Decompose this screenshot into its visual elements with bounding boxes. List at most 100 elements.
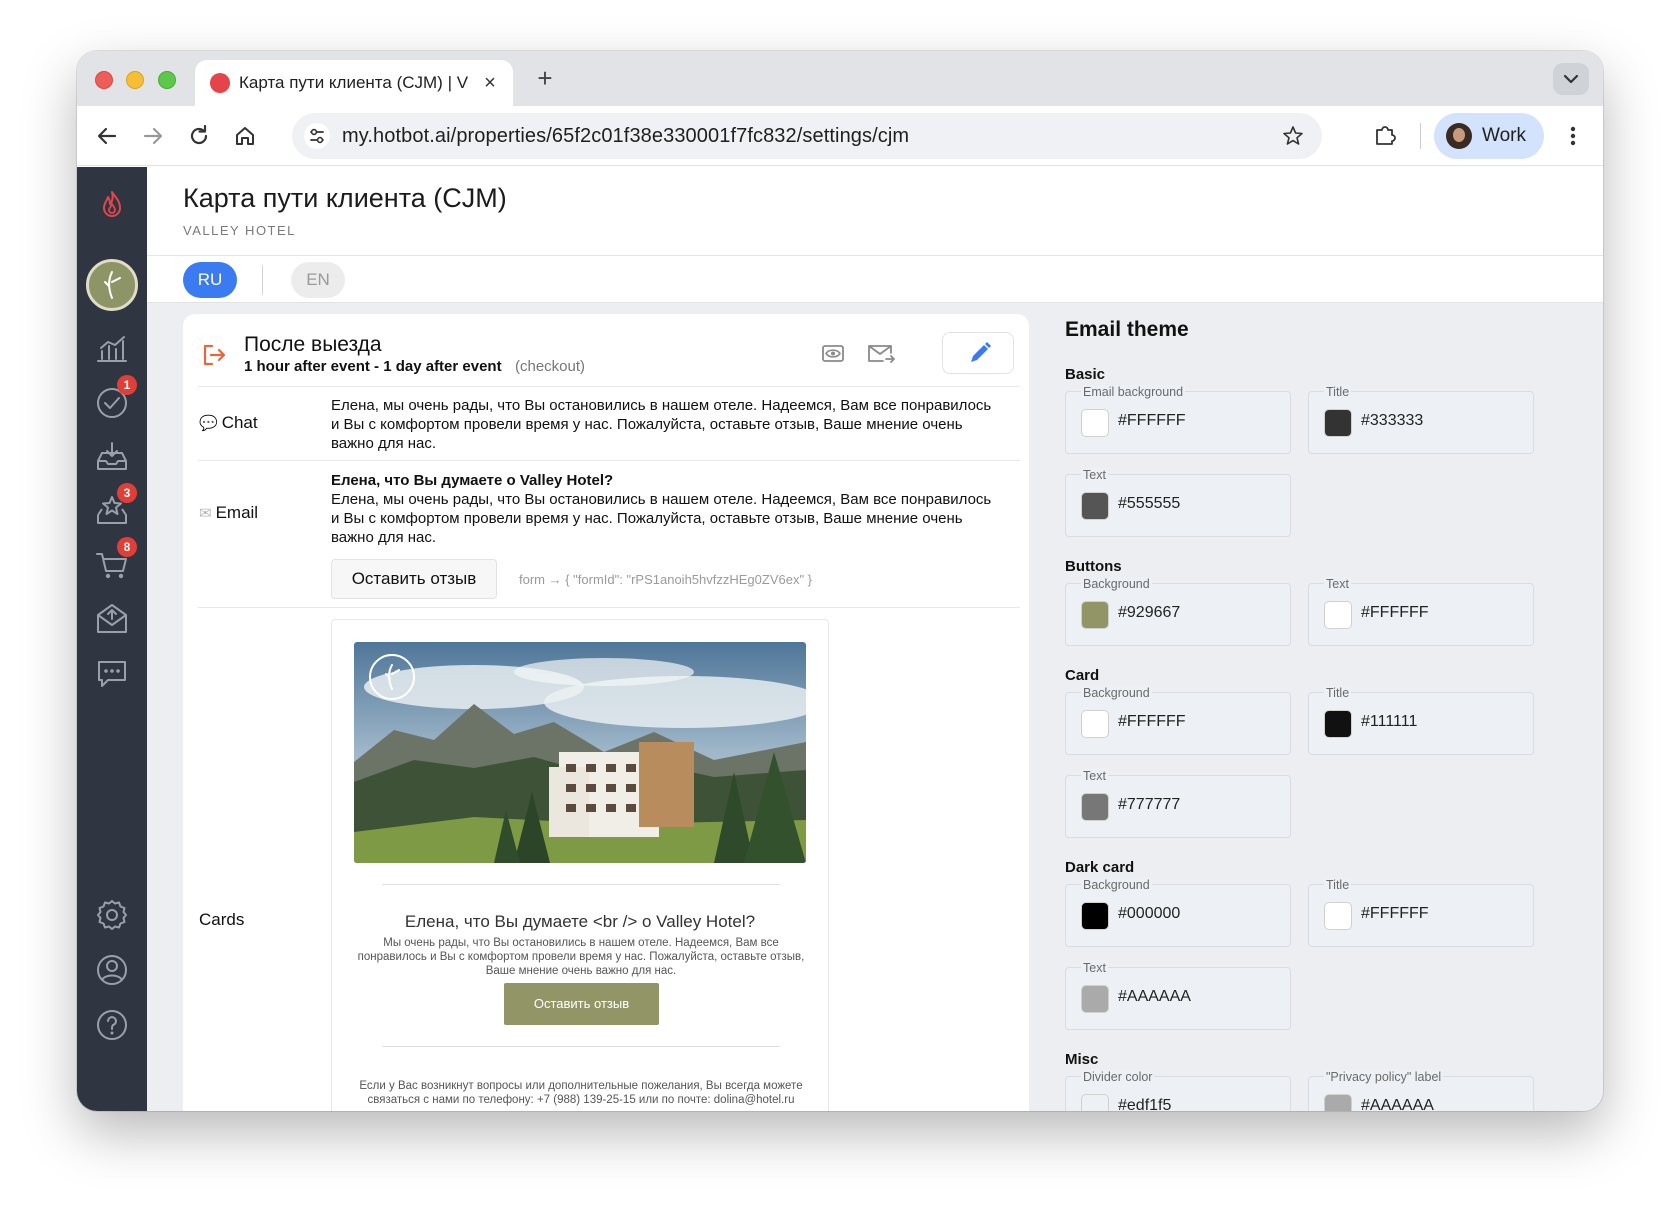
sidebar-item-settings[interactable]	[92, 895, 132, 935]
tab-search-button[interactable]	[1553, 63, 1589, 95]
stage-event: (checkout)	[515, 358, 586, 375]
color-swatch[interactable]	[1081, 902, 1109, 930]
email-label-text: Email	[215, 503, 259, 522]
color-swatch[interactable]	[1081, 985, 1109, 1013]
field-label: "Privacy policy" label	[1324, 1070, 1444, 1084]
speech-bubble-icon: 💬	[199, 415, 218, 432]
card-text-color-field[interactable]: Text #777777	[1065, 769, 1291, 838]
hotbot-logo[interactable]	[92, 184, 132, 224]
site-settings-icon[interactable]	[304, 123, 330, 149]
browser-menu-button[interactable]	[1563, 122, 1583, 150]
tab-close-icon[interactable]: ×	[479, 72, 501, 94]
profile-avatar	[1446, 123, 1472, 149]
browser-tab[interactable]: Карта пути клиента (CJM) | V ×	[195, 60, 513, 106]
color-swatch[interactable]	[1324, 710, 1352, 738]
profile-button[interactable]: Work	[1434, 113, 1544, 159]
text-color-field[interactable]: Text #555555	[1065, 468, 1291, 537]
field-label: Email background	[1081, 385, 1186, 399]
color-value: #AAAAAA	[1118, 988, 1191, 1005]
field-label: Title	[1324, 686, 1352, 700]
email-channel-label: ✉ Email	[199, 503, 258, 523]
sidebar-item-mailing[interactable]	[92, 599, 132, 639]
valley-logo-icon	[385, 664, 400, 690]
dark-card-title-color-field[interactable]: Title #FFFFFF	[1308, 878, 1534, 947]
edit-stage-button[interactable]	[942, 332, 1014, 374]
page-header: Карта пути клиента (CJM) VALLEY HOTEL	[147, 167, 1603, 256]
email-theme-title: Email theme	[1065, 318, 1189, 341]
preview-title: Елена, что Вы думаете <br /> о Valley Ho…	[404, 912, 756, 931]
hotbot-favicon-icon	[210, 73, 230, 93]
button-background-color-field[interactable]: Background #929667	[1065, 577, 1291, 646]
dark-card-background-color-field[interactable]: Background #000000	[1065, 878, 1291, 947]
field-label: Background	[1081, 577, 1152, 591]
color-swatch[interactable]	[1081, 601, 1109, 629]
sidebar-item-account[interactable]	[92, 950, 132, 990]
sidebar-item-orders[interactable]: 8	[92, 537, 137, 585]
home-button[interactable]	[229, 120, 261, 152]
color-swatch[interactable]	[1081, 492, 1109, 520]
chat-icon	[98, 661, 126, 687]
reload-button[interactable]	[183, 120, 215, 152]
sidebar-item-chats[interactable]	[92, 653, 132, 693]
color-swatch[interactable]	[1324, 601, 1352, 629]
field-label: Divider color	[1081, 1070, 1155, 1084]
checkout-exit-icon	[201, 342, 227, 368]
maximize-window-button[interactable]	[158, 71, 176, 89]
misc-section-label: Misc	[1065, 1051, 1099, 1068]
preview-button[interactable]	[816, 336, 850, 370]
gear-icon	[97, 900, 127, 930]
color-value: #333333	[1361, 412, 1424, 429]
color-swatch[interactable]	[1081, 793, 1109, 821]
title-color-field[interactable]: Title #333333	[1308, 385, 1534, 454]
email-background-color-field[interactable]: Email background #FFFFFF	[1065, 385, 1291, 454]
preview-feedback-button[interactable]: Оставить отзыв	[504, 983, 659, 1025]
color-value: #FFFFFF	[1361, 604, 1429, 621]
new-tab-button[interactable]: +	[529, 62, 561, 94]
color-value: #555555	[1118, 495, 1181, 512]
forward-button[interactable]	[137, 120, 169, 152]
cards-channel-label: Cards	[199, 910, 245, 929]
color-swatch[interactable]	[1324, 1094, 1352, 1111]
url-text: my.hotbot.ai/properties/65f2c01f38e33000…	[342, 125, 910, 147]
privacy-label-color-field[interactable]: "Privacy policy" label #AAAAAA	[1308, 1070, 1534, 1111]
property-avatar[interactable]	[86, 259, 138, 311]
color-swatch[interactable]	[1081, 710, 1109, 738]
color-swatch[interactable]	[1081, 409, 1109, 437]
color-value: #FFFFFF	[1118, 713, 1186, 730]
leave-feedback-button[interactable]: Оставить отзыв	[331, 559, 497, 599]
language-ru-button[interactable]: RU	[183, 262, 237, 298]
stage-title: После выезда	[244, 333, 382, 356]
language-en-button[interactable]: EN	[291, 262, 345, 298]
color-swatch[interactable]	[1324, 409, 1352, 437]
sidebar-item-reviews[interactable]: 3	[92, 483, 137, 531]
sidebar-item-inbox[interactable]	[92, 437, 132, 477]
extensions-button[interactable]	[1372, 122, 1398, 148]
button-text-color-field[interactable]: Text #FFFFFF	[1308, 577, 1534, 646]
send-test-email-button[interactable]	[864, 336, 898, 370]
dark-card-section-label: Dark card	[1065, 859, 1135, 876]
color-value: #000000	[1118, 905, 1181, 922]
field-label: Background	[1081, 878, 1152, 892]
sidebar-item-analytics[interactable]	[92, 329, 132, 369]
divider-color-field[interactable]: Divider color #edf1f5	[1065, 1070, 1291, 1111]
bookmark-star-icon[interactable]	[1282, 125, 1304, 147]
back-button[interactable]	[91, 120, 123, 152]
mail-forward-icon	[868, 345, 895, 363]
color-swatch[interactable]	[1081, 1094, 1109, 1111]
chevron-down-icon	[1563, 74, 1579, 84]
card-title-color-field[interactable]: Title #111111	[1308, 686, 1534, 755]
close-window-button[interactable]	[95, 71, 113, 89]
color-swatch[interactable]	[1324, 902, 1352, 930]
chat-channel-label: 💬 Chat	[199, 413, 258, 433]
card-background-color-field[interactable]: Background #FFFFFF	[1065, 686, 1291, 755]
preview-divider	[382, 1046, 780, 1047]
chat-label-text: Chat	[221, 413, 258, 432]
main-content: Карта пути клиента (CJM) VALLEY HOTEL RU…	[147, 167, 1603, 1111]
sidebar-item-help[interactable]	[92, 1005, 132, 1045]
address-bar[interactable]: my.hotbot.ai/properties/65f2c01f38e33000…	[292, 113, 1322, 159]
sidebar-item-tasks[interactable]: 1	[92, 375, 137, 423]
minimize-window-button[interactable]	[126, 71, 144, 89]
field-label: Text	[1324, 577, 1351, 591]
puzzle-icon	[1376, 126, 1396, 145]
dark-card-text-color-field[interactable]: Text #AAAAAA	[1065, 961, 1291, 1030]
